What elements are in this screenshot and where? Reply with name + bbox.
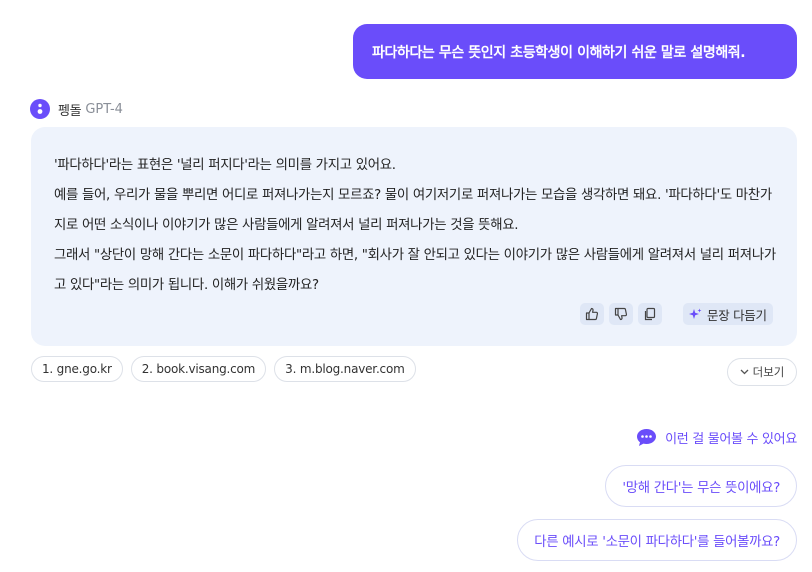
- more-button[interactable]: 더보기: [727, 358, 797, 386]
- bot-header: 펭돌 GPT-4: [30, 99, 123, 119]
- chevron-down-icon: [740, 369, 749, 375]
- answer-actions: 문장 다듬기: [580, 303, 773, 325]
- bot-name: 펭돌: [58, 103, 82, 119]
- bot-model: GPT-4: [85, 101, 123, 117]
- copy-icon[interactable]: [638, 303, 662, 325]
- answer-paragraph: '파다하다'라는 표현은 '널리 퍼지다'라는 의미를 가지고 있어요.: [54, 158, 396, 173]
- answer-paragraph: 예를 들어, 우리가 물을 뿌리면 어디로 퍼져나가는지 모르죠? 물이 여기저…: [54, 188, 772, 233]
- more-label: 더보기: [752, 365, 785, 379]
- suggestion-chip[interactable]: 다른 예시로 '소문이 파다하다'를 들어볼까요?: [517, 519, 797, 561]
- source-chip[interactable]: 2. book.visang.com: [130, 356, 267, 382]
- answer-card: '파다하다'라는 표현은 '널리 퍼지다'라는 의미를 가지고 있어요. 예를 …: [31, 127, 797, 346]
- thumbs-up-icon[interactable]: [580, 303, 604, 325]
- answer-paragraph: 그래서 "상단이 망해 간다는 소문이 파다하다"라고 하면, "회사가 잘 안…: [54, 248, 776, 293]
- suggestions-header: 이런 걸 물어볼 수 있어요: [636, 428, 797, 447]
- polish-sentence-button[interactable]: 문장 다듬기: [683, 303, 773, 325]
- source-list: 1. gne.go.kr 2. book.visang.com 3. m.blo…: [31, 356, 424, 382]
- source-chip[interactable]: 1. gne.go.kr: [31, 356, 123, 382]
- suggestion-chip[interactable]: '망해 간다'는 무슨 뜻이에요?: [605, 465, 797, 507]
- bot-avatar-icon: [30, 99, 50, 119]
- user-message-bubble: 파다하다는 무슨 뜻인지 초등학생이 이해하기 쉬운 말로 설명해줘.: [353, 24, 797, 79]
- answer-text: '파다하다'라는 표현은 '널리 퍼지다'라는 의미를 가지고 있어요. 예를 …: [54, 151, 779, 301]
- polish-sentence-label: 문장 다듬기: [707, 307, 767, 323]
- thumbs-down-icon[interactable]: [609, 303, 633, 325]
- suggestions-label: 이런 걸 물어볼 수 있어요: [665, 432, 797, 447]
- user-message-text: 파다하다는 무슨 뜻인지 초등학생이 이해하기 쉬운 말로 설명해줘.: [372, 44, 746, 61]
- chat-bubble-icon: [637, 429, 657, 446]
- source-chip[interactable]: 3. m.blog.naver.com: [274, 356, 416, 382]
- sparkle-icon: [689, 308, 702, 319]
